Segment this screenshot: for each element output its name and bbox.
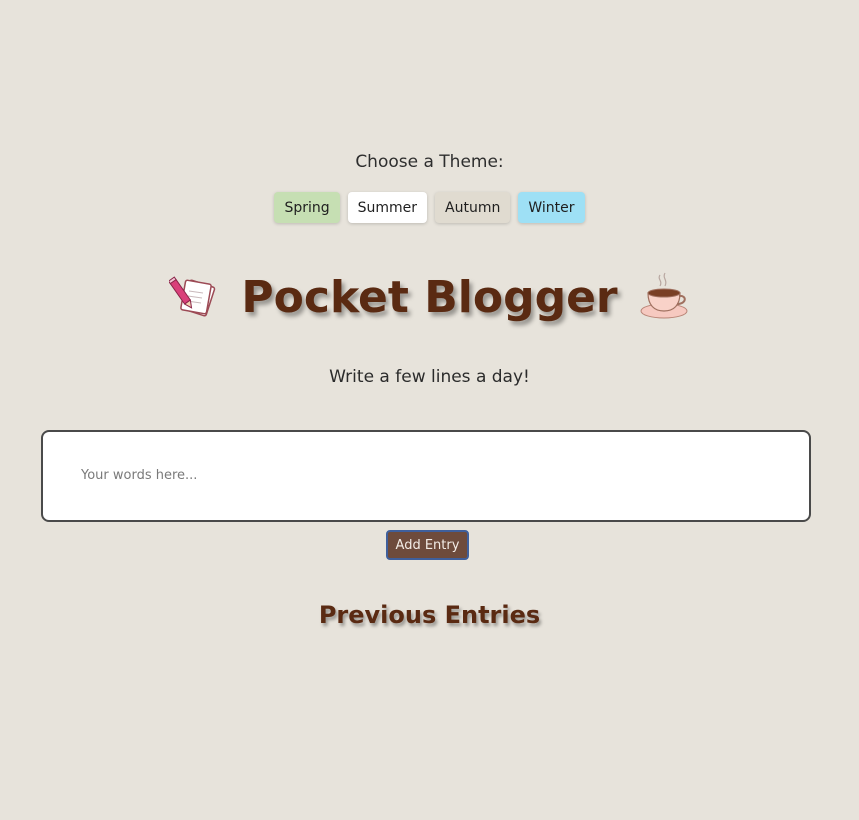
theme-button-group: Spring Summer Autumn Winter [0, 192, 859, 223]
page: Choose a Theme: Spring Summer Autumn Win… [0, 0, 859, 820]
notepad-pencil-icon [169, 273, 221, 321]
theme-button-autumn[interactable]: Autumn [435, 192, 511, 223]
entry-textarea[interactable] [41, 430, 811, 522]
theme-label: Choose a Theme: [355, 152, 504, 172]
title-row: Pocket Blogger [0, 262, 859, 332]
theme-button-spring[interactable]: Spring [274, 192, 340, 223]
theme-button-winter[interactable]: Winter [518, 192, 585, 223]
add-entry-button[interactable]: Add Entry [386, 530, 469, 560]
app-title: Pocket Blogger [241, 271, 618, 323]
tagline: Write a few lines a day! [329, 367, 530, 387]
previous-entries-heading: Previous Entries [318, 601, 541, 629]
theme-button-summer[interactable]: Summer [347, 192, 428, 223]
coffee-cup-icon [638, 271, 690, 323]
